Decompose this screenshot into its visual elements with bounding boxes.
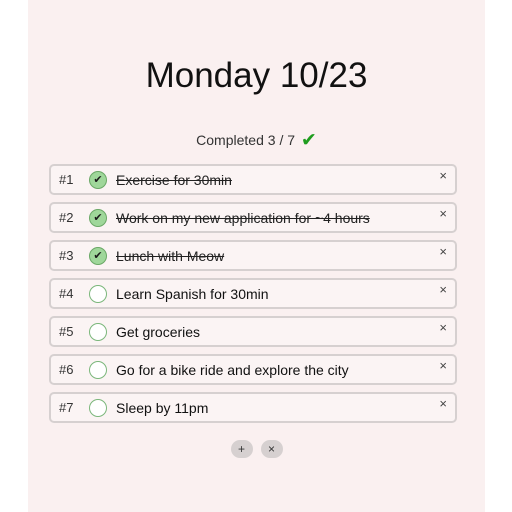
task-number: #5 [59, 324, 74, 339]
delete-task-icon[interactable]: × [439, 244, 447, 260]
delete-task-icon[interactable]: × [439, 396, 447, 412]
completed-count: 3 [267, 132, 276, 148]
delete-task-icon[interactable]: × [439, 168, 447, 184]
delete-task-icon[interactable]: × [439, 206, 447, 222]
checkmark-icon: ✔ [93, 212, 103, 224]
summary-separator: / [279, 132, 284, 148]
clear-tasks-button[interactable]: × [260, 440, 283, 458]
task-number: #4 [59, 286, 74, 301]
task-number: #7 [59, 400, 74, 415]
task-row[interactable]: #2 ✔ Work on my new application for ~4 hou… [49, 202, 457, 233]
task-label: Lunch with Meow [116, 247, 225, 264]
task-number: #3 [59, 248, 74, 263]
task-checkbox[interactable] [89, 398, 107, 417]
list-controls: + × [28, 440, 485, 458]
task-number: #2 [59, 210, 74, 225]
summary-prefix: Completed [196, 132, 264, 148]
task-row[interactable]: #7 Sleep by 11pm × [49, 392, 457, 423]
plus-icon: + [237, 442, 245, 456]
task-checkbox[interactable] [89, 360, 107, 379]
delete-task-icon[interactable]: × [439, 320, 447, 336]
add-task-button[interactable]: + [230, 440, 253, 458]
task-checkbox[interactable]: ✔ [89, 208, 107, 227]
task-row[interactable]: #1 ✔ Exercise for 30min × [49, 164, 457, 195]
task-label: Sleep by 11pm [116, 399, 209, 416]
task-list: #1 ✔ Exercise for 30min × #2 ✔ Work on my new … [49, 164, 457, 430]
task-label: Work on my new application for ~4 hours [116, 209, 370, 226]
page-title: Monday 10/23 [145, 56, 368, 95]
task-row[interactable]: #4 Learn Spanish for 30min × [49, 278, 457, 309]
task-checkbox[interactable]: ✔ [89, 246, 107, 265]
task-number: #6 [59, 362, 74, 377]
checkmark-icon: ✔ [300, 130, 317, 151]
delete-task-icon[interactable]: × [439, 358, 447, 374]
task-row[interactable]: #6 Go for a bike ride and explore the cit… [49, 354, 457, 385]
task-label: Get groceries [116, 323, 201, 340]
task-row[interactable]: #3 ✔ Lunch with Meow × [49, 240, 457, 271]
checkmark-icon: ✔ [93, 174, 103, 186]
task-number: #1 [59, 172, 74, 187]
total-count: 7 [287, 132, 296, 148]
todo-app: Monday 10/23 Completed 3 / 7 ✔ #1 ✔ Exerci… [28, 0, 485, 512]
task-row[interactable]: #5 Get groceries × [49, 316, 457, 347]
task-label: Learn Spanish for 30min [116, 285, 269, 302]
task-label: Exercise for 30min [116, 171, 232, 188]
delete-task-icon[interactable]: × [439, 282, 447, 298]
task-label: Go for a bike ride and explore the city [116, 361, 349, 378]
completion-summary: Completed 3 / 7 ✔ [28, 128, 485, 153]
task-checkbox[interactable] [89, 284, 107, 303]
task-checkbox[interactable] [89, 322, 107, 341]
task-checkbox[interactable]: ✔ [89, 170, 107, 189]
checkmark-icon: ✔ [93, 250, 103, 262]
close-icon: × [267, 442, 275, 456]
